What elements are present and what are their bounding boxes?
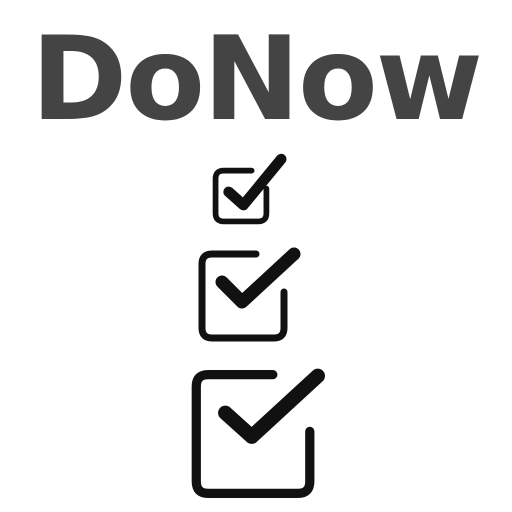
app-icon: DoNow <box>0 0 512 512</box>
checkbox-checked-icon-medium <box>198 247 301 342</box>
app-logo-text: DoNow <box>31 12 483 147</box>
checkbox-checked-icon-small <box>212 153 287 225</box>
checkbox-checked-icon-large <box>191 368 325 499</box>
